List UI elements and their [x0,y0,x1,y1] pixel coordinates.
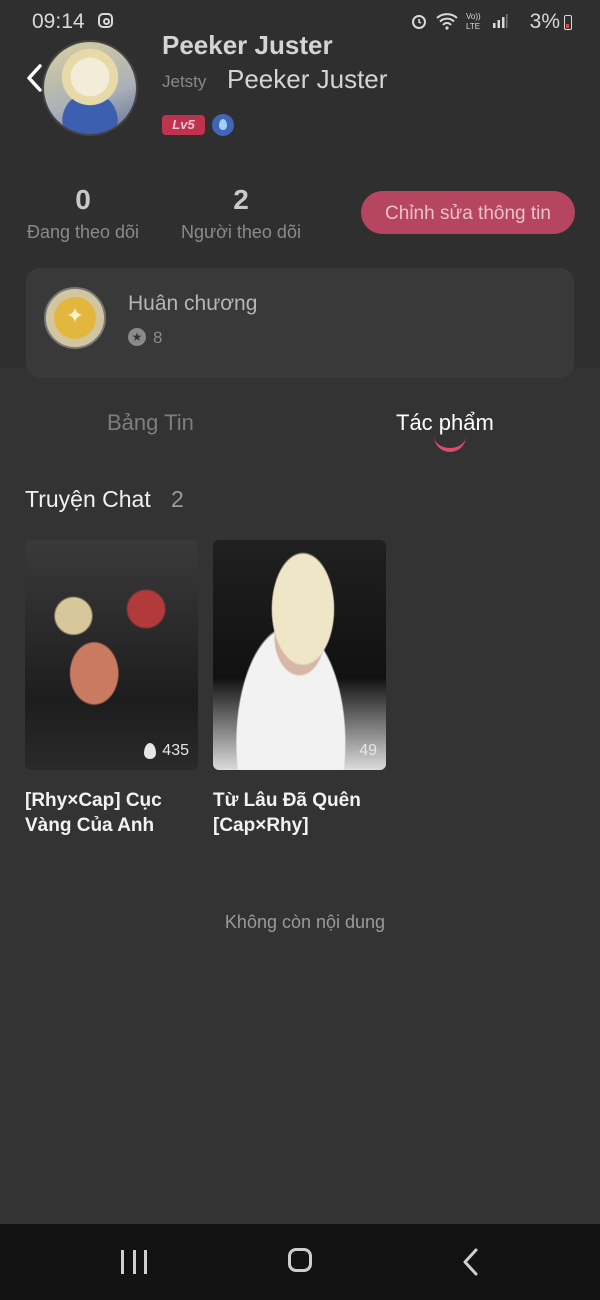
svg-text:LTE: LTE [466,22,480,31]
signal-icon [493,14,508,28]
status-time: 09:14 [32,10,85,33]
battery-icon [564,15,572,30]
end-of-content-message: Không còn nội dung [224,912,386,932]
battery-level: 3% [529,10,560,33]
instagram-icon [98,13,113,28]
volte-icon: Vo))LTE [466,12,481,31]
system-back-button[interactable] [460,1247,484,1277]
profile-display-name: Peeker Juster [162,30,333,60]
view-count-value: 435 [162,742,189,759]
app-label: Jetsty [162,72,207,91]
medal-card[interactable] [26,268,574,378]
work-card[interactable]: 435 [Rhy×Cap] Cục Vàng Của Anh [25,540,198,838]
star-icon: ★ [128,328,146,346]
following-stat[interactable]: 0 Đang theo dõi [24,184,142,243]
medal-count: 8 [153,328,163,347]
shield-icon [212,114,234,136]
alarm-icon [412,15,426,29]
tab-works[interactable]: Tác phẩm [396,410,494,436]
avatar[interactable] [42,40,138,136]
active-tab-indicator [434,436,466,452]
view-count-value: 49 [359,742,377,759]
followers-label: Người theo dõi [181,222,301,242]
view-count: 49 [359,742,377,760]
fire-icon [144,743,157,759]
work-title: [Rhy×Cap] Cục Vàng Của Anh [25,790,162,836]
chevron-left-icon [463,1248,478,1276]
following-label: Đang theo dõi [26,222,140,242]
level-badge: Lv5 [162,115,205,135]
status-icons: Vo)) LTE [410,11,508,31]
home-button[interactable] [288,1248,312,1272]
profile-username: Peeker Juster [227,64,388,94]
wifi-icon [436,13,458,30]
recents-icon-bar [144,1250,147,1274]
recents-icon-bar [121,1250,124,1274]
followers-count: 2 [233,184,249,215]
tab-feed[interactable]: Bảng Tin [107,410,194,436]
work-card[interactable]: 49 Từ Lâu Đã Quên [Cap×Rhy] [213,540,386,838]
work-cover-image: 49 [213,540,386,770]
svg-text:Vo)): Vo)) [466,12,481,21]
medal-icon [44,287,106,349]
medal-title: Huân chương [128,292,258,315]
following-count: 0 [75,184,91,215]
followers-stat[interactable]: 2 Người theo dõi [178,184,304,243]
recents-button[interactable] [121,1250,147,1274]
recents-icon-bar [132,1250,136,1274]
view-count: 435 [144,742,189,760]
edit-profile-button[interactable]: Chỉnh sửa thông tin [361,191,575,234]
section-title: Truyện Chat [25,486,151,512]
work-title: Từ Lâu Đã Quên [Cap×Rhy] [213,790,361,836]
work-cover-image: 435 [25,540,198,770]
section-count: 2 [171,486,184,512]
